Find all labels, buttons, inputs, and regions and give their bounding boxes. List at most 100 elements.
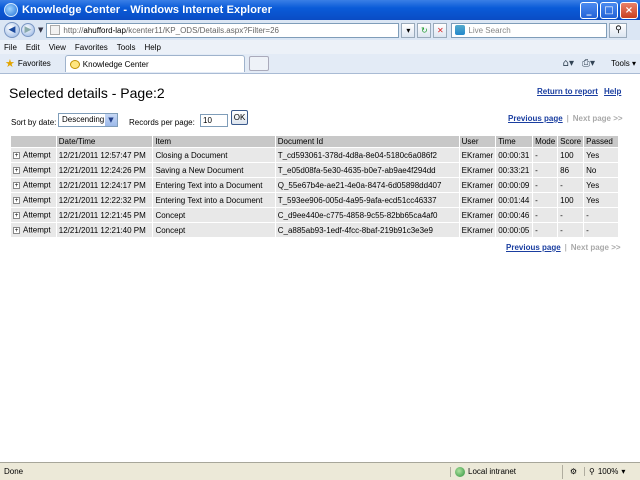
score-cell: 100 bbox=[557, 192, 585, 208]
menu-favorites[interactable]: Favorites bbox=[75, 43, 108, 52]
chevron-down-icon[interactable]: ▼ bbox=[105, 114, 117, 126]
ie-logo-icon bbox=[4, 3, 18, 17]
next-page-link: Next page >> bbox=[570, 243, 621, 252]
document-id-cell: C_a885ab93-1edf-4fcc-8baf-219b91c3e3e9 bbox=[274, 222, 460, 238]
table-header-row: Date/Time Item Document Id User Time Mod… bbox=[10, 135, 619, 148]
minimize-button[interactable]: _ bbox=[580, 1, 598, 19]
item-cell: Saving a New Document bbox=[152, 162, 276, 178]
table-row: + Attempt 12/21/2011 12:24:26 PM Saving a… bbox=[10, 162, 619, 178]
close-button[interactable]: × bbox=[620, 1, 638, 19]
col-header-score: Score bbox=[557, 135, 585, 148]
protected-mode-icon[interactable]: ⚙ bbox=[562, 464, 584, 479]
menu-help[interactable]: Help bbox=[144, 43, 160, 52]
return-to-report-link[interactable]: Return to report bbox=[537, 87, 598, 96]
document-id-cell: T_e05d08fa-5e30-4635-b0e7-ab9ae4f294dd bbox=[274, 162, 460, 178]
mode-cell: - bbox=[532, 192, 559, 208]
datetime-cell: 12/21/2011 12:22:32 PM bbox=[55, 192, 154, 208]
item-cell: Entering Text into a Document bbox=[152, 177, 276, 193]
records-per-page-label: Records per page: bbox=[129, 118, 195, 127]
user-cell: EKramer bbox=[458, 222, 497, 238]
window-title: Knowledge Center - Windows Internet Expl… bbox=[22, 4, 272, 16]
tab-bar: ★ Favorites Knowledge Center ⌂▾ ⎙▾ Tools… bbox=[0, 54, 640, 74]
magnifier-zoom-icon: ⚲ bbox=[589, 467, 595, 476]
menu-view[interactable]: View bbox=[49, 43, 66, 52]
ok-button[interactable]: OK bbox=[231, 110, 248, 125]
col-header-expander bbox=[10, 135, 57, 148]
pager-bottom: Previous page | Next page >> bbox=[506, 243, 621, 252]
col-header-datetime: Date/Time bbox=[55, 135, 154, 148]
mode-cell: - bbox=[532, 162, 559, 178]
search-input[interactable]: Live Search bbox=[451, 22, 608, 38]
details-table: Date/Time Item Document Id User Time Mod… bbox=[10, 135, 619, 238]
url-prefix: http:// bbox=[63, 25, 84, 35]
expand-icon[interactable]: + bbox=[13, 226, 20, 234]
sort-select[interactable]: Descending ▼ bbox=[58, 113, 118, 127]
zoom-control[interactable]: ⚲ 100% ▾ bbox=[584, 467, 625, 476]
tools-button[interactable]: Tools ▾ bbox=[603, 59, 636, 68]
history-dropdown-icon[interactable]: ▼ bbox=[38, 26, 43, 34]
forward-button[interactable]: ▶ bbox=[21, 23, 35, 37]
search-placeholder: Live Search bbox=[468, 25, 511, 35]
passed-cell: - bbox=[583, 207, 619, 223]
passed-cell: Yes bbox=[583, 177, 619, 193]
item-cell: Concept bbox=[152, 222, 276, 238]
datetime-cell: 12/21/2011 12:57:47 PM bbox=[55, 147, 154, 163]
security-zone[interactable]: Local intranet bbox=[450, 466, 562, 477]
attempt-cell: + Attempt bbox=[10, 147, 57, 163]
expand-icon[interactable]: + bbox=[13, 166, 20, 174]
magnifier-icon[interactable]: ⚲ bbox=[609, 22, 628, 38]
expand-icon[interactable]: + bbox=[13, 196, 20, 204]
pager-top: Previous page | Next page >> bbox=[508, 114, 623, 123]
stop-icon[interactable]: ✕ bbox=[433, 22, 448, 38]
time-cell: 00:00:31 bbox=[495, 147, 534, 163]
expand-icon[interactable]: + bbox=[13, 151, 20, 159]
user-cell: EKramer bbox=[458, 147, 497, 163]
table-row: + Attempt 12/21/2011 12:21:40 PM Concept … bbox=[10, 222, 619, 238]
favorites-button[interactable]: ★ Favorites bbox=[5, 57, 59, 70]
col-header-user: User bbox=[458, 135, 497, 148]
datetime-cell: 12/21/2011 12:24:17 PM bbox=[55, 177, 154, 193]
new-tab-button[interactable] bbox=[248, 56, 269, 71]
document-id-cell: T_593ee906-005d-4a95-9afa-ecd51cc46337 bbox=[274, 192, 460, 208]
col-header-mode: Mode bbox=[532, 135, 559, 148]
datetime-cell: 12/21/2011 12:21:40 PM bbox=[55, 222, 154, 238]
menu-edit[interactable]: Edit bbox=[26, 43, 40, 52]
url-path: /kcenter11/KP_ODS/Details.aspx?Filter=26 bbox=[125, 25, 280, 35]
next-page-link: Next page >> bbox=[572, 114, 623, 123]
zone-label: Local intranet bbox=[468, 467, 517, 476]
tab-label: Knowledge Center bbox=[82, 59, 149, 69]
expand-icon[interactable]: + bbox=[13, 211, 20, 219]
pager-separator: | bbox=[566, 114, 569, 123]
help-link[interactable]: Help bbox=[604, 87, 621, 96]
previous-page-link[interactable]: Previous page bbox=[508, 114, 563, 123]
address-bar: ◀ ▶ ▼ http://ahufford-lap/kcenter11/KP_O… bbox=[0, 20, 640, 40]
sort-value: Descending bbox=[62, 115, 105, 124]
tab-page-icon bbox=[69, 59, 80, 69]
time-cell: 00:33:21 bbox=[495, 162, 534, 178]
passed-cell: Yes bbox=[583, 192, 619, 208]
url-dropdown-icon[interactable]: ▾ bbox=[401, 22, 416, 38]
back-button[interactable]: ◀ bbox=[4, 22, 20, 38]
time-cell: 00:00:46 bbox=[495, 207, 534, 223]
status-text: Done bbox=[4, 467, 24, 476]
records-per-page-input[interactable]: 10 bbox=[200, 114, 228, 127]
score-cell: 86 bbox=[557, 162, 585, 178]
user-cell: EKramer bbox=[458, 207, 497, 223]
attempt-cell: + Attempt bbox=[10, 192, 57, 208]
page-title: Selected details - Page:2 bbox=[9, 85, 165, 101]
col-header-item: Item bbox=[152, 135, 276, 148]
tab-knowledge-center[interactable]: Knowledge Center bbox=[64, 55, 245, 72]
menu-tools[interactable]: Tools bbox=[117, 43, 136, 52]
previous-page-link[interactable]: Previous page bbox=[506, 243, 561, 252]
print-icon[interactable]: ⎙▾ bbox=[582, 58, 595, 69]
user-cell: EKramer bbox=[458, 192, 497, 208]
refresh-icon[interactable]: ↻ bbox=[417, 22, 432, 38]
home-icon[interactable]: ⌂▾ bbox=[563, 58, 574, 69]
pager-separator: | bbox=[564, 243, 567, 252]
url-field[interactable]: http://ahufford-lap/kcenter11/KP_ODS/Det… bbox=[46, 22, 400, 38]
menu-file[interactable]: File bbox=[4, 43, 17, 52]
document-id-cell: C_d9ee440e-c775-4858-9c55-82bb65ca4af0 bbox=[274, 207, 460, 223]
chevron-down-icon: ▾ bbox=[621, 467, 626, 476]
maximize-button[interactable]: □ bbox=[600, 1, 618, 19]
expand-icon[interactable]: + bbox=[13, 181, 20, 189]
